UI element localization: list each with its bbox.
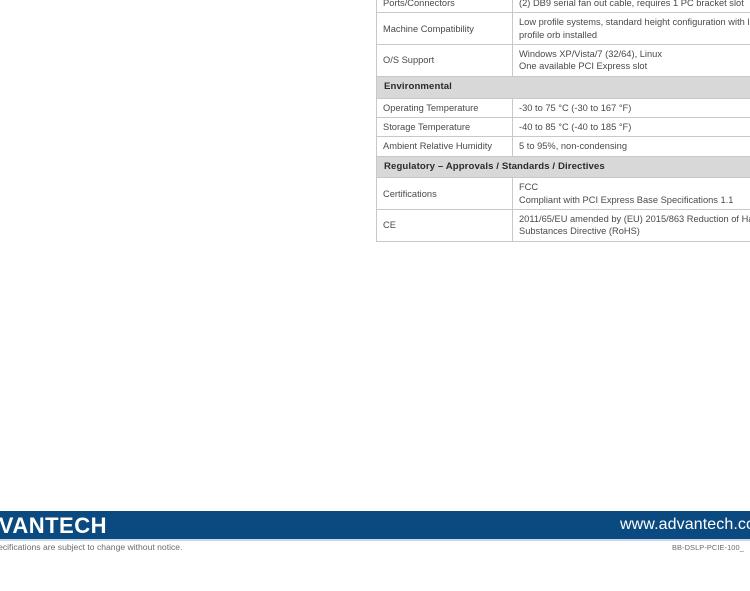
spec-value-os-support: Windows XP/Vista/7 (32/64), Linux One av… (512, 44, 750, 77)
spec-value-line: 5 to 95%, non-condensing (519, 141, 628, 152)
spec-value-line: profile orb installed (519, 29, 598, 40)
footer-accent-line (0, 539, 750, 541)
specifications-table: Ports/Connectors (2) DB9 serial fan out … (376, 0, 750, 242)
spec-value-line: -40 to 85 °C (-40 to 185 °F) (519, 121, 632, 132)
spec-label-os-support: O/S Support (376, 44, 513, 77)
table-row: Machine Compatibility Low profile system… (376, 12, 750, 46)
spec-value-ambient-relative-humidity: 5 to 95%, non-condensing (512, 136, 750, 157)
spec-value-line: (2) DB9 serial fan out cable, requires 1… (519, 0, 744, 8)
spec-label-ambient-relative-humidity: Ambient Relative Humidity (376, 136, 513, 157)
spec-label-operating-temperature: Operating Temperature (376, 97, 513, 118)
table-section-header-regulatory: Regulatory – Approvals / Standards / Dir… (376, 155, 750, 179)
spec-label-certifications: Certifications (376, 177, 513, 211)
spec-label-machine-compatibility: Machine Compatibility (376, 12, 513, 46)
spec-value-storage-temperature: -40 to 85 °C (-40 to 185 °F) (512, 116, 750, 138)
footer-website-url[interactable]: www.advantech.com (620, 516, 750, 534)
spec-value-line: -30 to 75 °C (-30 to 167 °F) (519, 102, 632, 113)
table-row: Ambient Relative Humidity 5 to 95%, non-… (376, 136, 750, 157)
specifications-table-body: Ports/Connectors (2) DB9 serial fan out … (376, 0, 750, 242)
spec-value-line: Windows XP/Vista/7 (32/64), Linux (519, 49, 662, 60)
spec-label-ce: CE (376, 209, 513, 242)
spec-value-line: Substances Directive (RoHS) (519, 226, 640, 237)
advantech-logo: ADVANTECH (0, 513, 107, 538)
spec-value-operating-temperature: -30 to 75 °C (-30 to 167 °F) (512, 97, 750, 118)
spec-value-certifications: FCC Compliant with PCI Express Base Spec… (512, 177, 750, 211)
table-row: O/S Support Windows XP/Vista/7 (32/64), … (376, 44, 750, 77)
table-row: CE 2011/65/EU amended by (EU) 2015/863 R… (376, 209, 750, 242)
specifications-table-container: Ports/Connectors (2) DB9 serial fan out … (376, 0, 750, 242)
spec-value-ports-connectors: (2) DB9 serial fan out cable, requires 1… (512, 0, 750, 14)
spec-value-line: Compliant with PCI Express Base Specific… (519, 194, 734, 205)
spec-label-ports-connectors: Ports/Connectors (376, 0, 513, 14)
footer-part-number: BB-DSLP-PCIE-100_ (672, 543, 744, 552)
spec-value-line: Low profile systems, standard height con… (519, 17, 750, 28)
spec-value-line: FCC (519, 182, 539, 193)
section-header-label: Regulatory – Approvals / Standards / Dir… (376, 155, 750, 179)
table-row: Operating Temperature -30 to 75 °C (-30 … (376, 97, 750, 118)
section-header-label: Environmental (376, 75, 750, 99)
table-row: Certifications FCC Compliant with PCI Ex… (376, 177, 750, 211)
spec-label-storage-temperature: Storage Temperature (376, 116, 513, 138)
spec-value-line: 2011/65/EU amended by (EU) 2015/863 Redu… (519, 214, 750, 225)
table-row: Storage Temperature -40 to 85 °C (-40 to… (376, 116, 750, 138)
table-section-header-environmental: Environmental (376, 75, 750, 99)
table-row: Ports/Connectors (2) DB9 serial fan out … (376, 0, 750, 14)
footer-disclaimer-note: All product specifications are subject t… (0, 542, 183, 552)
spec-value-ce: 2011/65/EU amended by (EU) 2015/863 Redu… (512, 209, 750, 242)
spec-value-line: One available PCI Express slot (519, 61, 648, 72)
spec-value-machine-compatibility: Low profile systems, standard height con… (512, 12, 750, 46)
